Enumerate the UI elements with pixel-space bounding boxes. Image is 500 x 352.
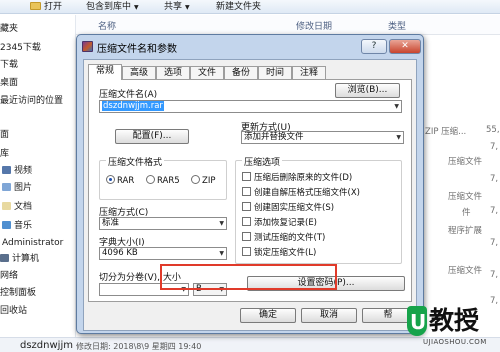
nav-libraries[interactable]: 库 [0, 148, 9, 161]
file-type-cell: 压缩文件 [448, 192, 483, 202]
lock-archive-checkbox[interactable]: 锁定压缩文件(L) [242, 246, 316, 258]
dialog-title: 压缩文件名和参数 [97, 44, 177, 55]
create-solid-checkbox[interactable]: 创建固实压缩文件(S) [242, 201, 334, 213]
chevron-down-icon[interactable]: ▼ [394, 101, 399, 112]
file-type-cell: ZIP 压缩... [425, 127, 467, 137]
dictionary-select[interactable]: 4096 KB ▼ [99, 247, 227, 260]
nav-pictures[interactable]: 图片 [2, 182, 32, 195]
browse-button[interactable]: 浏览(B)... [335, 83, 400, 98]
winrar-icon [82, 41, 93, 52]
file-type-cell: 程序扩展 [448, 226, 483, 236]
tab-advanced[interactable]: 高级 [122, 66, 156, 79]
file-size-cell: 7, [490, 270, 499, 280]
nav-computer[interactable]: 计算机 [0, 253, 39, 266]
nav-music[interactable]: 音乐 [2, 220, 32, 233]
watermark-logo: U 教授 UJIAOSHOU.COM [407, 304, 497, 350]
chevron-down-icon: ▼ [185, 4, 190, 11]
add-recovery-checkbox[interactable]: 添加恢复记录(E) [242, 216, 317, 228]
ok-button[interactable]: 确定 [240, 308, 296, 323]
nav-network[interactable]: 网络 [0, 270, 18, 283]
profiles-button[interactable]: 配置(F)... [115, 129, 189, 144]
navigation-pane: 藏夹 2345下载 下载 桌面 最近访问的位置 面 库 视频 图片 文档 音乐 … [0, 15, 76, 337]
document-icon [2, 202, 11, 210]
column-modified[interactable]: 修改日期 [296, 19, 332, 32]
shield-icon: U [407, 306, 427, 336]
nav-videos[interactable]: 视频 [2, 165, 32, 178]
nav-administrator[interactable]: Administrator [2, 237, 63, 250]
update-mode-select[interactable]: 添加并替换文件 ▼ [241, 131, 404, 144]
tab-general[interactable]: 常规 [88, 64, 122, 80]
nav-control-panel[interactable]: 控制面板 [0, 287, 36, 300]
archive-name-input[interactable]: dszdnwjjm.rar ▼ [99, 100, 402, 113]
format-zip-radio[interactable]: ZIP [191, 175, 215, 186]
status-filename: dszdnwjjm [20, 340, 73, 351]
archive-name-label: 压缩文件名(A) [99, 90, 158, 100]
file-size-cell: 7, [490, 142, 499, 152]
file-type-cell: 压缩文件 [448, 266, 483, 276]
chevron-down-icon: ▼ [219, 250, 224, 257]
file-type-cell: 件 [462, 208, 471, 218]
format-rar5-radio[interactable]: RAR5 [146, 175, 180, 186]
file-size-cell: 7, [490, 206, 499, 216]
file-size-cell: 7, [490, 238, 499, 248]
chevron-down-icon: ▼ [219, 220, 224, 227]
close-icon: ✕ [401, 41, 409, 51]
nav-desktop-root[interactable]: 面 [0, 129, 9, 142]
cancel-button[interactable]: 取消 [301, 308, 357, 323]
tab-comment[interactable]: 注释 [292, 66, 326, 79]
dialog-client: 常规 高级 选项 文件 备份 时间 注释 压缩文件名(A) 浏览(B)... d… [83, 59, 417, 331]
include-in-library-button[interactable]: 包含到库中 ▼ [86, 1, 139, 13]
chevron-down-icon: ▼ [134, 4, 139, 11]
file-size-cell: 55,0 [486, 125, 500, 135]
tab-backup[interactable]: 备份 [224, 66, 258, 79]
share-button[interactable]: 共享 ▼ [164, 1, 190, 13]
nav-favorites[interactable]: 藏夹 [0, 23, 18, 36]
nav-recent-places[interactable]: 最近访问的位置 [0, 95, 63, 108]
nav-desktop[interactable]: 桌面 [0, 77, 18, 90]
format-rar-radio[interactable]: RAR [106, 175, 134, 186]
tab-files[interactable]: 文件 [190, 66, 224, 79]
archive-format-group: 压缩文件格式 RAR RAR5 ZIP [99, 155, 227, 200]
tab-time[interactable]: 时间 [258, 66, 292, 79]
close-button[interactable]: ✕ [389, 39, 421, 54]
chevron-down-icon: ▼ [396, 134, 401, 141]
video-icon [2, 166, 11, 174]
column-name[interactable]: 名称 [98, 19, 116, 32]
column-type[interactable]: 类型 [388, 19, 406, 32]
nav-2345-downloads[interactable]: 2345下载 [0, 42, 41, 55]
nav-documents[interactable]: 文档 [2, 201, 32, 214]
folder-icon [30, 2, 41, 10]
file-list-header: 名称 修改日期 类型 [76, 15, 500, 35]
create-sfx-checkbox[interactable]: 创建自解压格式压缩文件(X) [242, 186, 360, 198]
tab-options[interactable]: 选项 [156, 66, 190, 79]
picture-icon [2, 183, 11, 191]
test-files-checkbox[interactable]: 测试压缩的文件(T) [242, 231, 325, 243]
new-folder-button[interactable]: 新建文件夹 [216, 1, 261, 13]
music-icon [2, 221, 11, 229]
file-type-cell: 压缩文件 [448, 157, 483, 167]
delete-after-checkbox[interactable]: 压缩后删除原来的文件(D) [242, 171, 352, 183]
archive-options-group: 压缩选项 压缩后删除原来的文件(D) 创建自解压格式压缩文件(X) 创建固实压缩… [235, 155, 402, 264]
nav-downloads[interactable]: 下载 [0, 59, 18, 72]
highlight-box [160, 264, 337, 290]
nav-recycle-bin[interactable]: 回收站 [0, 305, 27, 318]
file-size-cell: 7, [490, 174, 499, 184]
help-button[interactable]: ? [361, 39, 387, 54]
method-select[interactable]: 标准 ▼ [99, 217, 227, 230]
status-modified: 修改日期: 2018\8\9 星期四 19:40 [76, 342, 202, 351]
open-button[interactable]: 打开 [30, 1, 62, 13]
computer-icon [0, 254, 9, 262]
explorer-toolbar: 打开 包含到库中 ▼ 共享 ▼ 新建文件夹 [0, 0, 500, 14]
